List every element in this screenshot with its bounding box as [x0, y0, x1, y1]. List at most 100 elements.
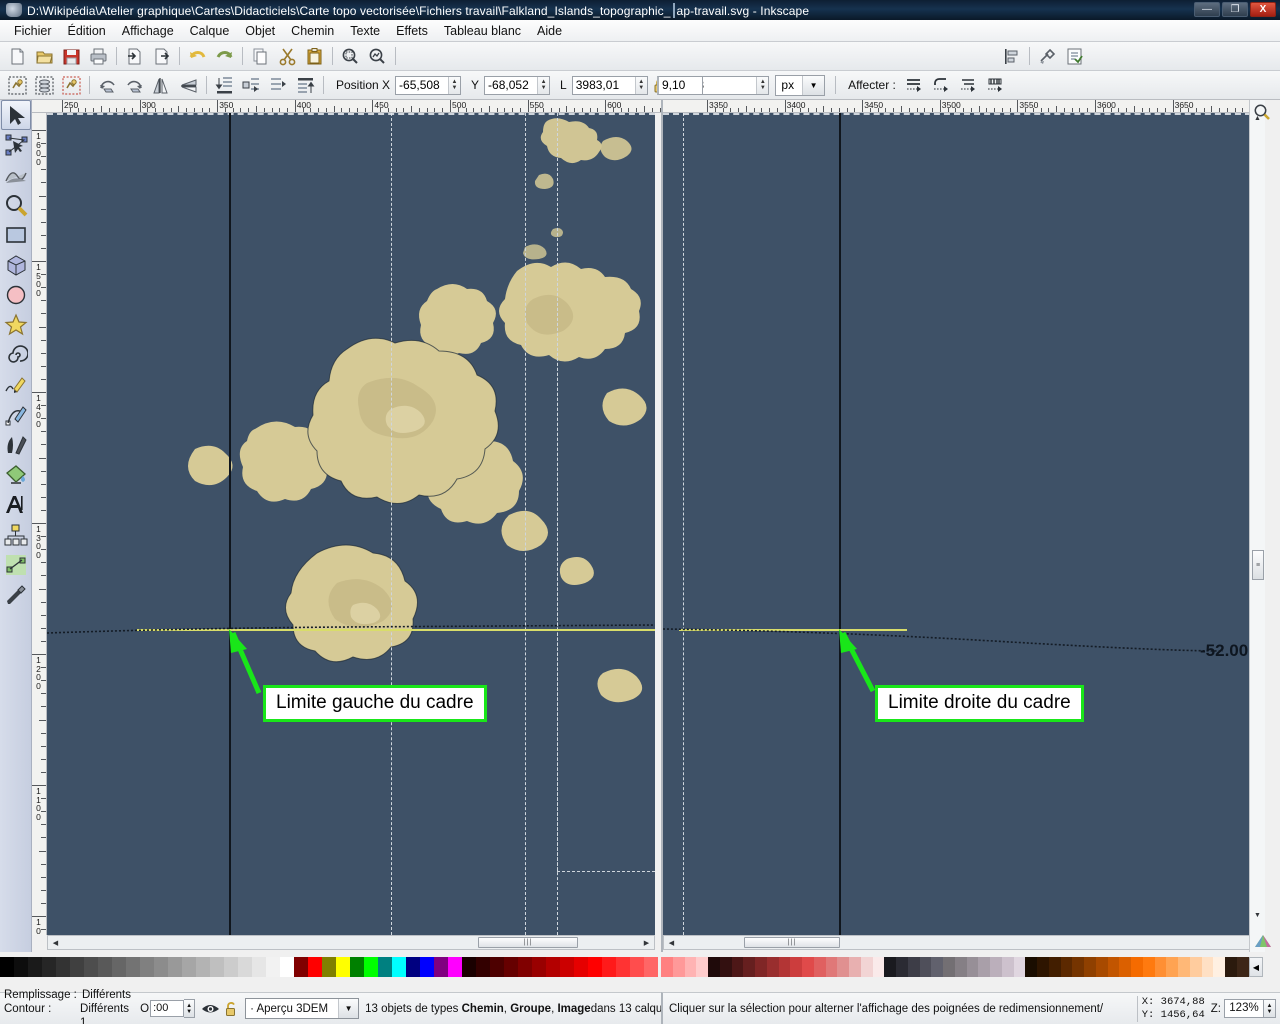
lower-to-bottom-icon[interactable]	[212, 73, 237, 98]
rectangle-tool[interactable]	[1, 220, 31, 250]
ellipse-tool[interactable]	[1, 280, 31, 310]
palette-swatch[interactable]	[476, 957, 490, 977]
horizontal-ruler-right[interactable]: 335034003450350035503600365037003750	[663, 100, 1263, 113]
palette-swatch[interactable]	[1225, 957, 1237, 977]
menu-item-affichage[interactable]: Affichage	[114, 22, 182, 40]
palette-swatch[interactable]	[196, 957, 210, 977]
spinner-arrows[interactable]: ▲ ▼	[537, 76, 550, 94]
palette-swatch[interactable]	[448, 957, 462, 977]
palette-scroll-right-arrow[interactable]: ◀	[1249, 957, 1263, 977]
palette-swatch[interactable]	[661, 957, 673, 977]
zoom-corner-icon[interactable]	[1250, 102, 1274, 122]
zoom-control[interactable]: Z: 123% ▲ ▼	[1211, 999, 1276, 1018]
width-spinner[interactable]: ▲▼	[571, 75, 648, 95]
raise-to-top-icon[interactable]	[293, 73, 318, 98]
chevron-down-icon[interactable]: ▼	[802, 75, 825, 95]
pencil-tool[interactable]	[1, 370, 31, 400]
paint-bucket-tool[interactable]	[1, 460, 31, 490]
cut-icon[interactable]	[275, 44, 300, 69]
position-x-spinner[interactable]: ▲▼	[395, 75, 462, 95]
palette-swatch[interactable]	[790, 957, 802, 977]
palette-swatch[interactable]	[28, 957, 42, 977]
palette-swatch[interactable]	[532, 957, 546, 977]
palette-swatch[interactable]	[322, 957, 336, 977]
palette-swatch[interactable]	[252, 957, 266, 977]
palette-swatch[interactable]	[224, 957, 238, 977]
palette-swatch[interactable]	[294, 957, 308, 977]
palette-swatch[interactable]	[954, 957, 967, 977]
palette-swatch[interactable]	[837, 957, 849, 977]
palette-swatch[interactable]	[126, 957, 140, 977]
palette-swatch[interactable]	[1178, 957, 1190, 977]
palette-swatch[interactable]	[1154, 957, 1167, 977]
palette-swatch[interactable]	[696, 957, 708, 977]
dropper-tool[interactable]	[1, 580, 31, 610]
zoom-tool[interactable]	[1, 190, 31, 220]
palette-swatch[interactable]	[896, 957, 908, 977]
palette-swatch[interactable]	[378, 957, 392, 977]
palette-swatch[interactable]	[990, 957, 1002, 977]
menu-item-texte[interactable]: Texte	[342, 22, 388, 40]
raise-one-step-icon[interactable]	[266, 73, 291, 98]
save-document-icon[interactable]	[59, 44, 84, 69]
spinner-arrows[interactable]: ▲ ▼	[634, 76, 647, 94]
horizontal-scroll-thumb[interactable]: |||	[744, 937, 840, 948]
maximize-button[interactable]: ❐	[1222, 2, 1248, 17]
opacity-control[interactable]: O :00 ▲ ▼	[140, 999, 196, 1018]
palette-swatch[interactable]	[364, 957, 378, 977]
width-input[interactable]	[572, 76, 635, 94]
scroll-left-arrow[interactable]: ◀	[665, 936, 678, 949]
tweak-tool[interactable]	[1, 160, 31, 190]
horizontal-ruler-left[interactable]: 250300350400450500550600650700	[32, 100, 661, 113]
palette-swatch[interactable]	[872, 957, 885, 977]
star-tool[interactable]	[1, 310, 31, 340]
flip-horizontal-icon[interactable]	[149, 73, 174, 98]
rotate-90-ccw-icon[interactable]	[95, 73, 120, 98]
palette-swatch[interactable]	[825, 957, 838, 977]
palette-swatch[interactable]	[112, 957, 126, 977]
palette-swatch[interactable]	[546, 957, 560, 977]
palette-swatch[interactable]	[70, 957, 84, 977]
transform-gradients-icon[interactable]	[956, 73, 981, 98]
position-y-spinner[interactable]: ▲▼	[484, 75, 551, 95]
scale-stroke-width-icon[interactable]	[902, 73, 927, 98]
zoom-input[interactable]: 123%	[1224, 999, 1264, 1018]
palette-swatch[interactable]	[731, 957, 744, 977]
palette-swatch[interactable]	[462, 957, 476, 977]
menu-item-tableau-blanc[interactable]: Tableau blanc	[436, 22, 529, 40]
palette-swatch[interactable]	[1201, 957, 1214, 977]
palette-swatch[interactable]	[1131, 957, 1143, 977]
palette-swatch[interactable]	[708, 957, 720, 977]
spinner-arrows[interactable]: ▲ ▼	[756, 76, 769, 94]
scroll-right-arrow[interactable]: ▶	[640, 936, 653, 949]
menu-item--dition[interactable]: Édition	[60, 22, 114, 40]
scale-rounded-corners-icon[interactable]	[929, 73, 954, 98]
menu-item-effets[interactable]: Effets	[388, 22, 436, 40]
canvas-left[interactable]: Limite gauche du cadre	[47, 113, 655, 935]
opacity-spinner-arrows[interactable]: ▲ ▼	[184, 999, 196, 1018]
palette-swatch[interactable]	[672, 957, 685, 977]
menu-item-objet[interactable]: Objet	[237, 22, 283, 40]
palette-swatch[interactable]	[420, 957, 434, 977]
horizontal-scroll-thumb[interactable]: |||	[478, 937, 578, 948]
minimize-button[interactable]: —	[1194, 2, 1220, 17]
flip-vertical-icon[interactable]	[176, 73, 201, 98]
palette-swatch[interactable]	[574, 957, 588, 977]
rotate-90-cw-icon[interactable]	[122, 73, 147, 98]
vertical-scrollbar[interactable]: ▲ ≡ ▼	[1249, 100, 1265, 952]
new-document-icon[interactable]	[5, 44, 30, 69]
position-y-input[interactable]	[485, 76, 538, 94]
palette-swatch[interactable]	[588, 957, 602, 977]
text-tool[interactable]	[1, 490, 31, 520]
palette-picker-icon[interactable]	[1250, 930, 1276, 952]
document-properties-icon[interactable]	[1062, 44, 1087, 69]
deselect-icon[interactable]	[59, 73, 84, 98]
palette-swatch[interactable]	[1001, 957, 1014, 977]
menu-item-aide[interactable]: Aide	[529, 22, 570, 40]
horizontal-scrollbar-right[interactable]: ◀ ||| ▶	[663, 935, 1261, 950]
palette-swatch[interactable]	[1060, 957, 1073, 977]
undo-icon[interactable]	[185, 44, 210, 69]
palette-swatch[interactable]	[392, 957, 406, 977]
palette-swatch[interactable]	[931, 957, 943, 977]
color-palette-right[interactable]	[661, 957, 1249, 977]
